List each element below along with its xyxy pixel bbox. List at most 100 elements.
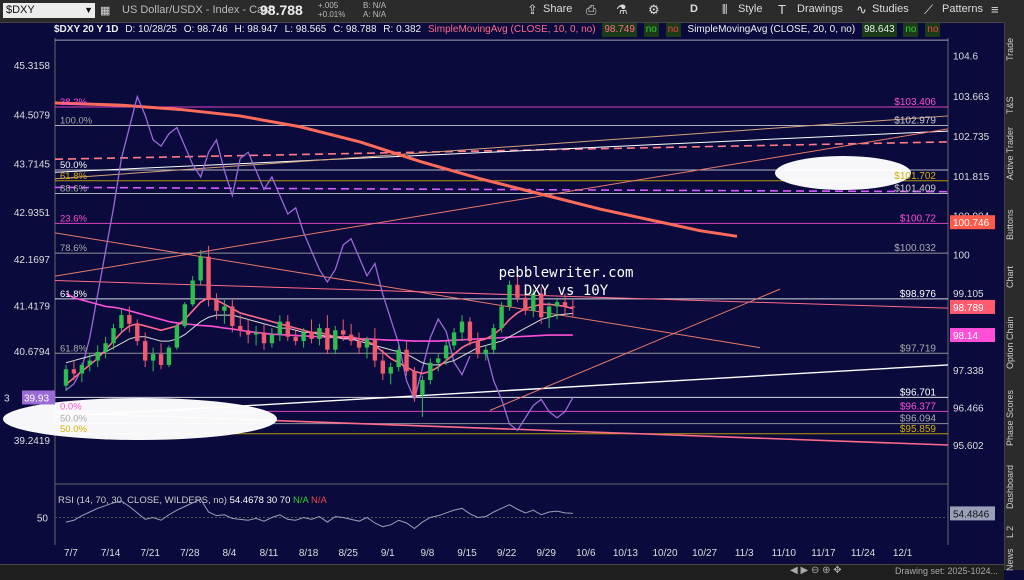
candle-body bbox=[451, 332, 457, 346]
x-axis-tick: 10/13 bbox=[613, 548, 638, 559]
fib-percent-label: 78.6% bbox=[60, 243, 87, 254]
tab-trade[interactable]: Trade bbox=[1005, 34, 1024, 64]
candle-body bbox=[190, 280, 195, 305]
x-axis-tick: 8/4 bbox=[222, 548, 236, 559]
left-axis-tick: 44.5079 bbox=[14, 111, 51, 122]
side-panel: Trade T&S Active Trader Buttons Chart Op… bbox=[1004, 22, 1024, 573]
candle-body bbox=[570, 306, 576, 308]
candle-body bbox=[269, 334, 275, 344]
candle-body bbox=[150, 354, 156, 361]
fib-price-label: $100.72 bbox=[900, 213, 937, 224]
candle-body bbox=[325, 328, 330, 350]
left-axis-tick: 39.2419 bbox=[14, 436, 51, 447]
fib-percent-label: 38.2% bbox=[60, 97, 87, 108]
right-axis-tick: 100 bbox=[953, 250, 970, 261]
candle-body bbox=[412, 371, 417, 396]
candle-body bbox=[230, 306, 235, 326]
candle-body bbox=[309, 332, 314, 339]
x-axis-tick: 10/6 bbox=[576, 548, 596, 559]
x-axis-tick: 11/3 bbox=[735, 548, 754, 559]
candle-body bbox=[277, 321, 283, 335]
highlight-ellipse bbox=[775, 156, 911, 190]
candle-body bbox=[245, 330, 251, 335]
x-axis-tick: 7/7 bbox=[64, 548, 78, 559]
tab-level-2[interactable]: L 2 bbox=[1005, 522, 1024, 542]
candle-body bbox=[135, 323, 140, 342]
left-axis-tick: 3 bbox=[4, 393, 10, 404]
candle-body bbox=[87, 360, 92, 365]
right-axis-tick: 102.735 bbox=[953, 132, 990, 143]
x-axis-tick: 7/14 bbox=[101, 548, 121, 559]
candle-body bbox=[333, 330, 338, 350]
right-axis-tick: 97.338 bbox=[953, 366, 984, 377]
rsi-panel-bg bbox=[55, 485, 948, 545]
candle-body bbox=[467, 321, 473, 342]
fib-price-label: $96.377 bbox=[900, 401, 937, 412]
candle-body bbox=[166, 347, 172, 365]
fib-percent-label: 23.6% bbox=[60, 213, 87, 224]
candle-body bbox=[499, 306, 504, 329]
candle-body bbox=[214, 299, 219, 311]
candle-body bbox=[396, 349, 401, 368]
fib-percent-label: 61.8% bbox=[60, 343, 87, 354]
fib-percent-label: 61.8% bbox=[60, 171, 87, 182]
candle-body bbox=[103, 343, 108, 352]
x-axis-tick: 9/15 bbox=[457, 548, 477, 559]
status-bar: ◀ ▶ ⊖ ⊕ ✥ Drawing set: 2025-1024... bbox=[0, 564, 1004, 580]
tab-option-chain[interactable]: Option Chain bbox=[1005, 312, 1024, 374]
tab-news[interactable]: News bbox=[1005, 547, 1024, 573]
tab-buttons[interactable]: Buttons bbox=[1005, 202, 1024, 248]
candle-body bbox=[546, 306, 552, 318]
chart-title-text: pebblewriter.com bbox=[499, 265, 634, 281]
x-axis-tick: 9/29 bbox=[536, 548, 556, 559]
x-axis-tick: 8/11 bbox=[260, 548, 279, 559]
left-axis-tick: 45.3158 bbox=[14, 61, 51, 72]
fib-price-label: $103.406 bbox=[894, 97, 936, 108]
candle-body bbox=[293, 336, 298, 342]
candle-body bbox=[63, 369, 69, 386]
chart-canvas[interactable]: $103.406 $102.979 $101.702$101.409 $100.72 $… bbox=[0, 0, 1004, 564]
tab-chart[interactable]: Chart bbox=[1005, 262, 1024, 292]
rsi-value: 54.4678 bbox=[230, 495, 267, 506]
left-axis-tick: 41.4179 bbox=[14, 302, 51, 313]
candle-body bbox=[174, 325, 180, 348]
x-axis-tick: 7/21 bbox=[140, 548, 160, 559]
candle-body bbox=[491, 328, 496, 350]
x-axis-tick: 9/8 bbox=[420, 548, 434, 559]
candle-body bbox=[523, 297, 528, 311]
fib-price-label: $97.719 bbox=[900, 343, 937, 354]
rsi-axis-tick: 50 bbox=[37, 514, 49, 525]
candle-body bbox=[554, 302, 560, 307]
fib-price-label: $95.859 bbox=[900, 424, 937, 435]
tab-dashboard[interactable]: Dashboard bbox=[1005, 460, 1024, 514]
tab-active-trader[interactable]: Active Trader bbox=[1005, 117, 1024, 189]
right-axis-tick: 104.6 bbox=[953, 51, 978, 62]
candle-body bbox=[562, 302, 568, 307]
fib-price-label: $102.979 bbox=[894, 116, 936, 127]
rsi-header: RSI (14, 70, 30, CLOSE, WILDERS, no) 54.… bbox=[58, 495, 327, 506]
candle-body bbox=[95, 351, 100, 361]
tab-time-and-sales[interactable]: T&S bbox=[1005, 92, 1024, 118]
x-axis-tick: 9/1 bbox=[381, 548, 395, 559]
candle-body bbox=[507, 284, 512, 307]
fib-percent-label: 50.0% bbox=[60, 160, 87, 171]
x-axis-tick: 8/18 bbox=[299, 548, 319, 559]
left-axis-tick: 42.1697 bbox=[14, 255, 51, 266]
fib-percent-label: 100.0% bbox=[60, 116, 93, 127]
fib-price-label: $101.409 bbox=[894, 183, 936, 194]
fib-percent-label: 88.6% bbox=[60, 183, 87, 194]
tab-phase-scores[interactable]: Phase Scores bbox=[1005, 385, 1024, 451]
scroll-controls[interactable]: ◀ ▶ ⊖ ⊕ ✥ bbox=[790, 565, 842, 576]
candle-body bbox=[261, 332, 267, 344]
x-axis-tick: 7/28 bbox=[180, 548, 200, 559]
candle-body bbox=[119, 315, 124, 329]
candle-body bbox=[420, 380, 425, 396]
candle-body bbox=[364, 338, 370, 348]
price-panel-bg bbox=[55, 38, 948, 458]
candle-body bbox=[459, 321, 465, 333]
candle-body bbox=[158, 354, 164, 365]
rsi-threshold: 70 bbox=[280, 495, 293, 506]
rsi-na: N/A bbox=[293, 495, 311, 506]
fib-price-label: $98.976 bbox=[900, 289, 937, 300]
rsi-current-tag: 54.4846 bbox=[953, 509, 990, 520]
